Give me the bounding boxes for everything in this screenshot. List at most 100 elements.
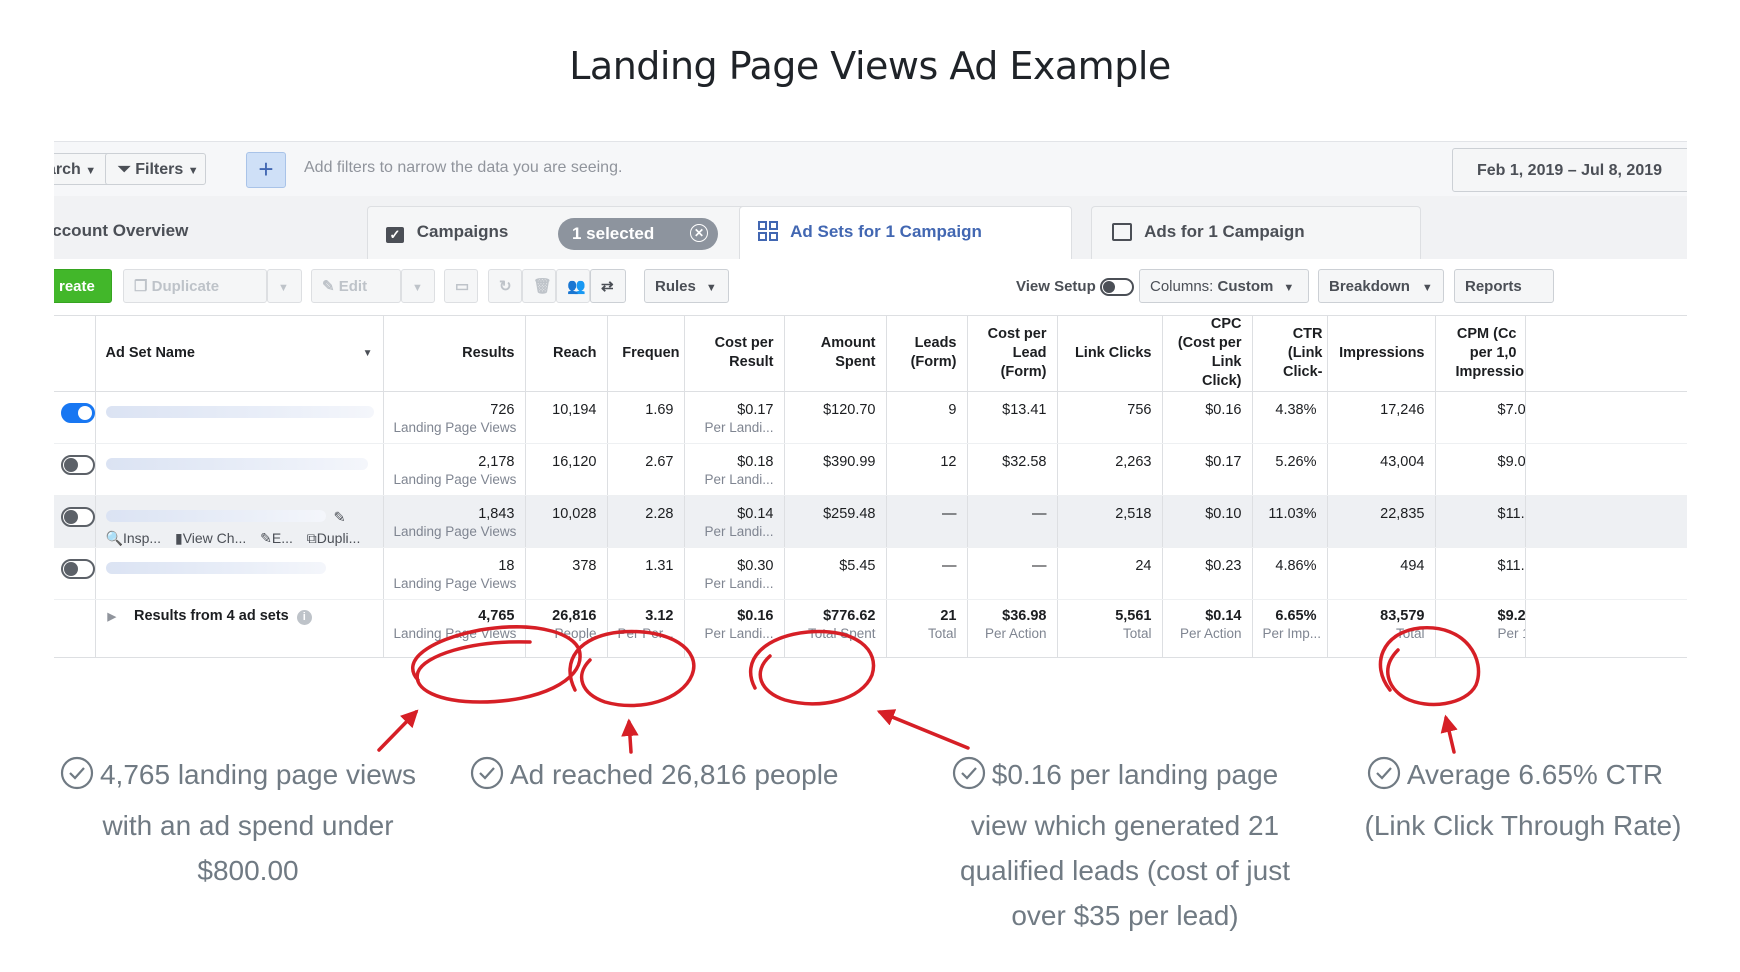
header-cpm[interactable]: CPM (Cc per 1,0 Impressior [1435, 315, 1526, 392]
view-charts-action[interactable]: ▮View Ch... [175, 530, 246, 546]
ads-manager-screenshot: arch ▼ ⏷ Filters ▼ + Add filters to narr… [54, 141, 1687, 699]
row-toggle[interactable] [60, 507, 94, 527]
cell-cpm: $7.00 [1435, 391, 1526, 444]
cell-cost-per-lead: $13.41 [967, 391, 1058, 444]
info-icon[interactable]: i [296, 610, 312, 625]
toolbar: reate ❐ Duplicate ▼ ✎ Edit ▼ ▭ ↻ 🗑 👥 ⇄ R… [54, 259, 1687, 316]
caption-views-line1: 4,765 landing page views [99, 759, 416, 790]
tab-ads[interactable]: Ads for 1 Campaign [1091, 206, 1421, 260]
header-leads[interactable]: Leads (Form) [886, 315, 968, 392]
rules-button[interactable]: Rules ▼ [644, 269, 729, 303]
ad-set-name-redacted[interactable] [105, 458, 368, 470]
audience-button[interactable]: 👥 [556, 269, 590, 303]
clipboard-button[interactable]: ▭ [444, 269, 478, 303]
header-amount-spent[interactable]: Amount Spent [784, 315, 887, 392]
ad-set-name-redacted[interactable] [105, 406, 374, 418]
filter-hint-input[interactable]: Add filters to narrow the data you are s… [304, 159, 622, 177]
header-cpc[interactable]: CPC (Cost per Link Click) [1162, 315, 1253, 392]
total-amount-spent: $776.62 [823, 608, 876, 624]
total-cost-per-result-sub: Per Landi... [704, 626, 774, 641]
magnifier-icon: 🔍 [105, 530, 123, 546]
header-link-clicks[interactable]: Link Clicks [1057, 315, 1163, 392]
cell-reach: 10,028 [525, 495, 608, 548]
tab-campaigns[interactable]: ✓ Campaigns 1 selected ✕ [367, 206, 753, 260]
table-row[interactable]: 2,178 Landing Page Views 16,120 2.67 $0.1… [54, 443, 1687, 496]
cell-cost-per-lead: $32.58 [967, 443, 1058, 496]
edit-action[interactable]: ✎E... [260, 530, 293, 546]
cell-cost-per-result: $0.14 [737, 506, 774, 522]
close-circle-icon[interactable]: ✕ [690, 224, 708, 242]
inspect-action[interactable]: 🔍Insp... [106, 530, 162, 546]
table-row[interactable]: 18 Landing Page Views 378 1.31 $0.30 Per L… [54, 547, 1687, 600]
edit-button[interactable]: ✎ Edit [311, 269, 401, 303]
header-cost-per-result[interactable]: Cost per Result [684, 315, 785, 392]
cell-ctr: 4.38% [1252, 391, 1328, 444]
bar-chart-icon: ▮ [174, 530, 183, 546]
caption-ctr: Average 6.65% CTR (Link Click Through Ra… [1330, 752, 1700, 848]
header-frequency[interactable]: Frequen [607, 315, 685, 392]
cell-cpm: $9.09 [1435, 443, 1526, 496]
cell-ctr: 5.26% [1252, 443, 1328, 496]
total-results: 4,765 [478, 608, 515, 624]
selected-pill[interactable]: 1 selected ✕ [558, 218, 718, 250]
table-row[interactable]: ✎ 🔍Insp... ▮View Ch... ✎E... ⧉Dupli... 1… [54, 495, 1687, 548]
pencil-icon: ✎ [260, 530, 272, 546]
header-cost-per-lead[interactable]: Cost per Lead (Form) [967, 315, 1058, 392]
ad-set-name-redacted[interactable] [105, 510, 326, 522]
cell-frequency: 2.67 [607, 443, 685, 496]
page-title: Landing Page Views Ad Example [569, 44, 1171, 88]
header-impressions[interactable]: Impressions [1327, 315, 1436, 392]
duplicate-dropdown[interactable]: ▼ [267, 269, 302, 303]
create-button[interactable]: reate [54, 269, 112, 303]
ad-set-name-redacted[interactable] [105, 562, 326, 574]
export-button[interactable]: ⇄ [590, 269, 626, 303]
total-cost-per-result: $0.16 [737, 608, 774, 624]
delete-button[interactable]: 🗑 [522, 269, 556, 303]
table-row[interactable]: 726 Landing Page Views 10,194 1.69 $0.17 P… [54, 391, 1687, 444]
total-cpm-sub: Per 1,000 ... [1497, 626, 1525, 641]
reports-button[interactable]: Reports [1454, 269, 1554, 303]
cell-link-clicks: 756 [1057, 391, 1163, 444]
chevron-down-icon: ▼ [412, 282, 423, 294]
total-ctr: 6.65% [1275, 608, 1317, 624]
toggle-icon[interactable] [1099, 278, 1134, 297]
total-cpc: $0.14 [1205, 608, 1242, 624]
caption-ctr-line2: (Link Click Through Rate) [1364, 810, 1682, 841]
tab-ad-sets[interactable]: Ad Sets for 1 Campaign [739, 206, 1072, 260]
cell-cpc: $0.10 [1162, 495, 1253, 548]
total-cost-per-lead-sub: Per Action [984, 626, 1047, 641]
totals-row: ▶ Results from 4 ad sets i 4,765 Landing … [54, 599, 1687, 658]
header-ad-set-name[interactable]: Ad Set Name ▼ [95, 315, 384, 392]
row-toggle[interactable] [60, 403, 94, 423]
header-spacer [1525, 315, 1687, 392]
add-filter-button[interactable]: + [246, 152, 286, 188]
tab-account-overview[interactable]: Account Overview [54, 206, 374, 260]
view-setup-toggle[interactable]: View Setup [1016, 278, 1134, 297]
columns-dropdown[interactable]: Columns: Custom ▼ [1139, 269, 1309, 303]
header-results[interactable]: Results [383, 315, 526, 392]
breakdown-dropdown[interactable]: Breakdown ▼ [1318, 269, 1444, 303]
edit-dropdown[interactable]: ▼ [401, 269, 435, 303]
duplicate-action[interactable]: ⧉Dupli... [307, 530, 361, 546]
arrow-ctr [1440, 714, 1458, 754]
row-toggle[interactable] [60, 559, 94, 579]
cell-amount-spent: $5.45 [784, 547, 887, 600]
caption-views-line3: $800.00 [197, 855, 299, 886]
cell-results: 726 [490, 402, 515, 418]
header-ctr[interactable]: CTR (Link Click- [1252, 315, 1328, 392]
cell-link-clicks: 2,263 [1057, 443, 1163, 496]
cell-results: 1,843 [478, 506, 515, 522]
filters-button[interactable]: ⏷ Filters ▼ [105, 153, 206, 185]
header-reach[interactable]: Reach [525, 315, 608, 392]
cell-ctr: 11.03% [1252, 495, 1328, 548]
header-toggle [54, 315, 96, 392]
sort-caret-icon[interactable]: ▼ [363, 344, 373, 363]
tab-ad-sets-label: Ad Sets for 1 Campaign [790, 222, 982, 241]
cell-impressions: 43,004 [1327, 443, 1436, 496]
refresh-button[interactable]: ↻ [488, 269, 522, 303]
pencil-icon[interactable]: ✎ [334, 510, 346, 526]
duplicate-button[interactable]: ❐ Duplicate [123, 269, 267, 303]
row-toggle[interactable] [60, 455, 94, 475]
date-range-picker[interactable]: Feb 1, 2019 – Jul 8, 2019 ▼ [1452, 148, 1687, 192]
expand-caret-icon[interactable]: ▶ [108, 611, 116, 623]
